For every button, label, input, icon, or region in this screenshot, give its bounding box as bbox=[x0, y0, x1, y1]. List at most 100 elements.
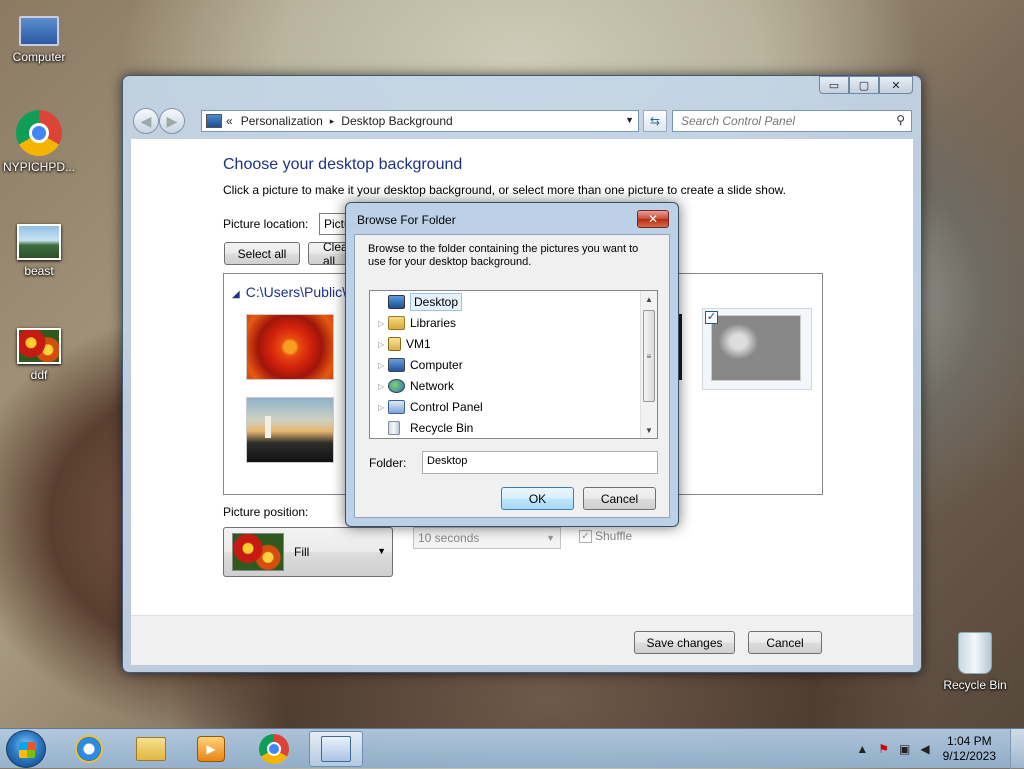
recycle-bin-icon bbox=[958, 632, 992, 674]
picture-location-label: Picture location: bbox=[223, 217, 309, 231]
dialog-description: Browse to the folder containing the pict… bbox=[368, 243, 639, 268]
page-title: Choose your desktop background bbox=[223, 156, 463, 173]
interval-value: 10 seconds bbox=[418, 531, 480, 545]
tree-item-vm1[interactable]: ▷ VM1 bbox=[370, 334, 431, 354]
volume-icon[interactable]: ◀ bbox=[920, 742, 929, 756]
picture-thumbnail[interactable] bbox=[246, 397, 334, 463]
clock[interactable]: 1:04 PM 9/12/2023 bbox=[943, 734, 996, 764]
desktop-icon-computer[interactable]: Computer bbox=[0, 10, 78, 64]
search-input[interactable]: Search Control Panel ⚲ bbox=[672, 110, 912, 132]
change-interval-select[interactable]: 10 seconds ▼ bbox=[413, 527, 561, 549]
tree-item-libraries[interactable]: ▷ Libraries bbox=[370, 313, 456, 333]
chrome-icon bbox=[16, 110, 62, 156]
dialog-cancel-button[interactable]: Cancel bbox=[583, 487, 656, 510]
back-button[interactable]: ◀ bbox=[133, 108, 159, 134]
tree-item-network[interactable]: ▷ Network bbox=[370, 376, 454, 396]
internet-explorer-icon bbox=[75, 735, 103, 763]
expand-arrow-icon[interactable]: ▷ bbox=[378, 319, 388, 328]
expand-arrow-icon[interactable]: ▷ bbox=[378, 382, 388, 391]
picture-position-value: Fill bbox=[294, 545, 310, 559]
forward-button[interactable]: ▶ bbox=[159, 108, 185, 134]
taskbar-chrome[interactable] bbox=[247, 731, 301, 767]
vertical-scrollbar[interactable]: ▲ ≡ ▼ bbox=[640, 291, 657, 438]
action-center-icon[interactable]: ⚑ bbox=[878, 742, 889, 756]
address-bar[interactable]: « Personalization ▸ Desktop Background ▼ bbox=[201, 110, 639, 132]
tree-item-recycle-bin[interactable]: Recycle Bin bbox=[370, 418, 473, 438]
show-hidden-icons-icon[interactable]: ▲ bbox=[856, 742, 868, 756]
chrome-icon bbox=[259, 734, 289, 764]
tree-item-computer[interactable]: ▷ Computer bbox=[370, 355, 463, 375]
taskbar-control-panel[interactable] bbox=[309, 731, 363, 767]
shuffle-label: Shuffle bbox=[595, 529, 633, 543]
desktop-icon-recycle-bin[interactable]: Recycle Bin bbox=[936, 632, 1014, 692]
image-file-icon bbox=[17, 224, 61, 260]
navigation-bar: ◀ ▶ « Personalization ▸ Desktop Backgrou… bbox=[131, 106, 913, 136]
folder-icon bbox=[136, 737, 166, 761]
koala-image bbox=[711, 315, 801, 381]
network-icon[interactable]: ▣ bbox=[899, 742, 910, 756]
expand-arrow-icon[interactable]: ▷ bbox=[378, 403, 388, 412]
checkbox-checked-icon[interactable]: ✓ bbox=[705, 311, 718, 324]
tree-item-label: VM1 bbox=[406, 337, 431, 351]
folder-tree[interactable]: Desktop ▷ Libraries ▷ VM1 ▷ Computer ▷ N… bbox=[369, 290, 658, 439]
breadcrumb-desktop-background[interactable]: Desktop Background bbox=[341, 114, 452, 128]
breadcrumb-separator[interactable]: ▸ bbox=[330, 116, 335, 127]
taskbar-internet-explorer[interactable] bbox=[62, 731, 116, 767]
desktop-icon-label: ddf bbox=[30, 368, 48, 382]
folder-field[interactable]: Desktop bbox=[422, 451, 658, 474]
tree-item-label: Network bbox=[410, 379, 455, 393]
control-panel-icon bbox=[321, 736, 351, 762]
control-panel-icon bbox=[388, 400, 405, 414]
libraries-icon bbox=[388, 316, 405, 330]
breadcrumb-overflow[interactable]: « bbox=[226, 114, 233, 128]
control-panel-icon bbox=[206, 114, 222, 128]
caption-buttons: ▭ ▢ ✕ bbox=[819, 76, 913, 94]
tree-item-desktop[interactable]: Desktop bbox=[370, 292, 463, 312]
window-footer: Save changes Cancel bbox=[131, 615, 913, 665]
system-tray: ▲ ⚑ ▣ ◀ 1:04 PM 9/12/2023 bbox=[851, 729, 1024, 769]
folder-group-header[interactable]: ◢ C:\Users\Public\ bbox=[232, 284, 346, 300]
taskbar: ▶ ▲ ⚑ ▣ ◀ 1:04 PM 9/12/2023 bbox=[0, 728, 1024, 769]
refresh-button[interactable]: ⇆ bbox=[643, 110, 667, 132]
scroll-up-icon[interactable]: ▲ bbox=[641, 291, 657, 307]
start-button[interactable] bbox=[6, 730, 46, 768]
taskbar-file-explorer[interactable] bbox=[124, 731, 178, 767]
desktop-icon-ddf[interactable]: ddf bbox=[0, 328, 78, 382]
chevron-down-icon[interactable]: ▼ bbox=[625, 115, 634, 125]
close-button[interactable]: ✕ bbox=[879, 76, 913, 94]
checkbox-icon: ✓ bbox=[579, 529, 592, 543]
show-desktop-button[interactable] bbox=[1010, 729, 1024, 769]
picture-thumbnail-selected[interactable]: ✓ bbox=[702, 308, 812, 390]
search-icon: ⚲ bbox=[896, 113, 905, 127]
collapse-icon: ◢ bbox=[232, 289, 240, 300]
clear-all-button[interactable]: Clear all bbox=[308, 242, 348, 265]
chevron-down-icon: ▼ bbox=[546, 533, 555, 543]
expand-arrow-icon[interactable]: ▷ bbox=[378, 361, 388, 370]
desktop-icon-beast[interactable]: beast bbox=[0, 224, 78, 278]
maximize-button[interactable]: ▢ bbox=[849, 76, 879, 94]
tree-item-label: Computer bbox=[410, 358, 463, 372]
breadcrumb-personalization[interactable]: Personalization bbox=[241, 114, 323, 128]
expand-arrow-icon[interactable]: ▷ bbox=[378, 340, 388, 349]
desktop-icon-chrome-shortcut[interactable]: NYPICHPD... bbox=[0, 110, 78, 174]
shuffle-checkbox[interactable]: ✓ Shuffle bbox=[579, 529, 632, 543]
page-subtitle: Click a picture to make it your desktop … bbox=[223, 183, 786, 197]
select-all-button[interactable]: Select all bbox=[224, 242, 300, 265]
media-player-icon: ▶ bbox=[197, 736, 225, 762]
picture-position-label: Picture position: bbox=[223, 505, 309, 519]
refresh-icon: ⇆ bbox=[649, 114, 661, 128]
picture-thumbnail[interactable] bbox=[246, 314, 334, 380]
scroll-down-icon[interactable]: ▼ bbox=[641, 422, 657, 438]
cancel-button[interactable]: Cancel bbox=[748, 631, 822, 654]
picture-position-select[interactable]: Fill ▼ bbox=[223, 527, 393, 577]
taskbar-media-player[interactable]: ▶ bbox=[184, 731, 238, 767]
save-changes-button[interactable]: Save changes bbox=[634, 631, 735, 654]
clock-date: 9/12/2023 bbox=[942, 749, 996, 763]
dialog-close-button[interactable]: ✕ bbox=[637, 210, 669, 228]
tree-item-control-panel[interactable]: ▷ Control Panel bbox=[370, 397, 483, 417]
scroll-thumb[interactable]: ≡ bbox=[643, 310, 655, 402]
desktop-icon-label: Computer bbox=[12, 50, 66, 64]
ok-button[interactable]: OK bbox=[501, 487, 574, 510]
folder-path-text: C:\Users\Public\ bbox=[245, 284, 347, 300]
minimize-button[interactable]: ▭ bbox=[819, 76, 849, 94]
